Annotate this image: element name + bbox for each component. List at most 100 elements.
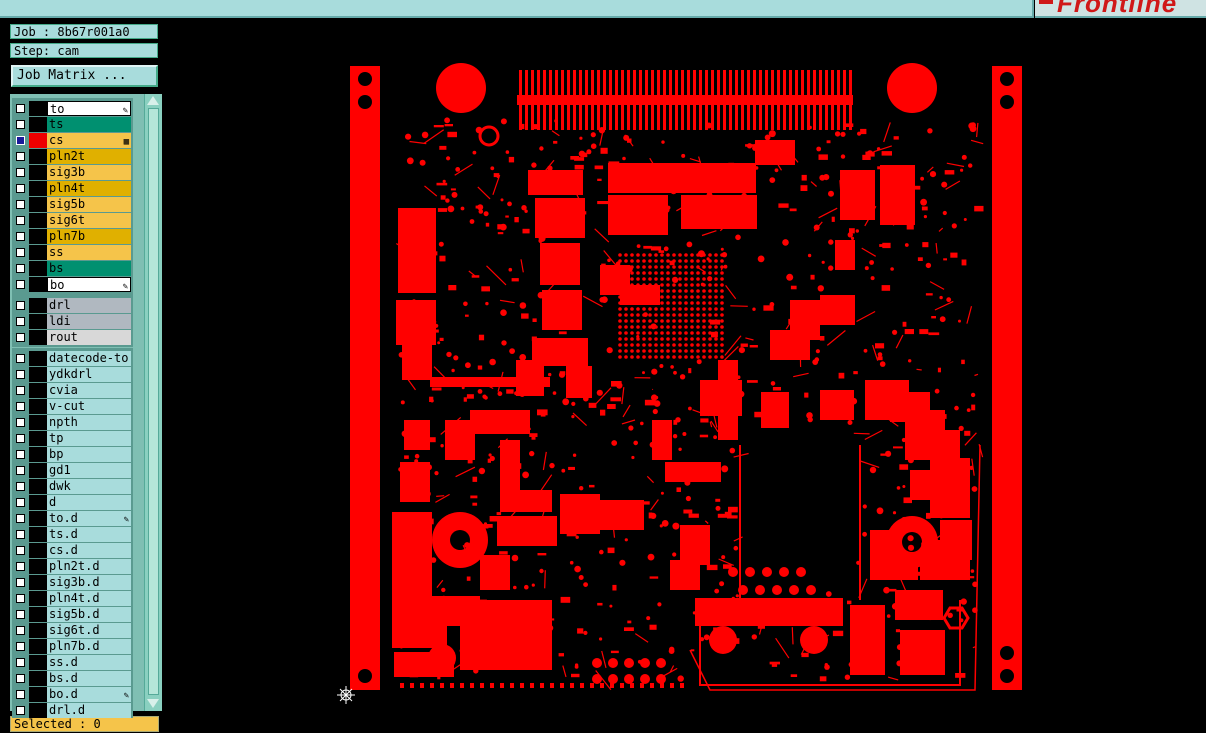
layer-color-indicator[interactable] — [29, 511, 47, 526]
layer-name[interactable]: datecode-to — [47, 351, 131, 366]
layer-color-indicator[interactable] — [29, 495, 47, 510]
layer-checkbox[interactable] — [16, 280, 25, 289]
layer-color-indicator[interactable] — [29, 399, 47, 414]
pcb-canvas[interactable] — [162, 20, 1206, 729]
layer-checkbox[interactable] — [16, 136, 25, 145]
layer-row-sig3b-d[interactable]: sig3b.d — [12, 575, 131, 590]
layer-color-indicator[interactable] — [29, 463, 47, 478]
layer-row-sig5b-d[interactable]: sig5b.d — [12, 607, 131, 622]
layer-row-pln2t-d[interactable]: pln2t.d — [12, 559, 131, 574]
layer-color-indicator[interactable] — [29, 101, 47, 116]
layer-color-indicator[interactable] — [29, 314, 47, 329]
layer-row-pln7b[interactable]: pln7b — [12, 229, 131, 244]
layer-row-sig6t-d[interactable]: sig6t.d — [12, 623, 131, 638]
layer-row-pln4t[interactable]: pln4t — [12, 181, 131, 196]
layer-color-indicator[interactable] — [29, 671, 47, 686]
layer-color-indicator[interactable] — [29, 165, 47, 180]
layer-color-indicator[interactable] — [29, 117, 47, 132]
layer-name[interactable]: ss — [47, 245, 131, 260]
layer-name[interactable]: ss.d — [47, 655, 131, 670]
layer-name[interactable]: tp — [47, 431, 131, 446]
layer-checkbox[interactable] — [16, 248, 25, 257]
layer-color-indicator[interactable] — [29, 298, 47, 313]
layer-checkbox[interactable] — [16, 530, 25, 539]
layer-row-tp[interactable]: tp — [12, 431, 131, 446]
layer-row-bp[interactable]: bp — [12, 447, 131, 462]
layer-row-npth[interactable]: npth — [12, 415, 131, 430]
layer-name[interactable]: pln4t.d — [47, 591, 131, 606]
layer-checkbox[interactable] — [16, 333, 25, 342]
layer-checkbox[interactable] — [16, 354, 25, 363]
layer-color-indicator[interactable] — [29, 655, 47, 670]
layer-name[interactable]: drl — [47, 298, 131, 313]
layer-row-ts-d[interactable]: ts.d — [12, 527, 131, 542]
layer-color-indicator[interactable] — [29, 591, 47, 606]
pcb-board-graphic[interactable] — [162, 20, 1206, 729]
layer-row-bs[interactable]: bs — [12, 261, 131, 276]
layer-row-drl-d[interactable]: drl.d — [12, 703, 131, 718]
layer-checkbox[interactable] — [16, 562, 25, 571]
layer-name[interactable]: ydkdrl — [47, 367, 131, 382]
layer-row-ss-d[interactable]: ss.d — [12, 655, 131, 670]
layer-list-scrollbar[interactable] — [144, 94, 162, 711]
layer-row-bs-d[interactable]: bs.d — [12, 671, 131, 686]
layer-color-indicator[interactable] — [29, 181, 47, 196]
layer-checkbox[interactable] — [16, 317, 25, 326]
layer-checkbox[interactable] — [16, 264, 25, 273]
layer-row-ss[interactable]: ss — [12, 245, 131, 260]
job-matrix-button[interactable]: Job Matrix ... — [11, 65, 158, 87]
scroll-thumb[interactable] — [148, 108, 159, 695]
layer-name[interactable]: ts.d — [47, 527, 131, 542]
layer-row-pln4t-d[interactable]: pln4t.d — [12, 591, 131, 606]
layer-checkbox[interactable] — [16, 690, 25, 699]
layer-name[interactable]: gd1 — [47, 463, 131, 478]
layer-row-ydkdrl[interactable]: ydkdrl — [12, 367, 131, 382]
layer-checkbox[interactable] — [16, 301, 25, 310]
layer-color-indicator[interactable] — [29, 330, 47, 345]
layer-row-d[interactable]: d — [12, 495, 131, 510]
layer-checkbox[interactable] — [16, 610, 25, 619]
layer-color-indicator[interactable] — [29, 703, 47, 718]
layer-checkbox[interactable] — [16, 200, 25, 209]
layer-name[interactable]: sig3b.d — [47, 575, 131, 590]
layer-color-indicator[interactable] — [29, 607, 47, 622]
layer-color-indicator[interactable] — [29, 431, 47, 446]
layer-row-to-d[interactable]: to.d✎ — [12, 511, 131, 526]
layer-color-indicator[interactable] — [29, 229, 47, 244]
layer-name[interactable]: ldi — [47, 314, 131, 329]
layer-checkbox[interactable] — [16, 626, 25, 635]
layer-color-indicator[interactable] — [29, 447, 47, 462]
layer-row-rout[interactable]: rout — [12, 330, 131, 345]
layer-checkbox[interactable] — [16, 232, 25, 241]
layer-checkbox[interactable] — [16, 418, 25, 427]
layer-color-indicator[interactable] — [29, 213, 47, 228]
layer-checkbox[interactable] — [16, 152, 25, 161]
layer-checkbox[interactable] — [16, 498, 25, 507]
layer-row-ldi[interactable]: ldi — [12, 314, 131, 329]
layer-color-indicator[interactable] — [29, 623, 47, 638]
layer-checkbox[interactable] — [16, 658, 25, 667]
layer-row-dwk[interactable]: dwk — [12, 479, 131, 494]
layer-row-sig3b[interactable]: sig3b — [12, 165, 131, 180]
layer-name[interactable]: pln2t — [47, 149, 131, 164]
layer-name[interactable]: pln4t — [47, 181, 131, 196]
layer-checkbox[interactable] — [16, 514, 25, 523]
layer-row-pln2t[interactable]: pln2t — [12, 149, 131, 164]
layer-name[interactable]: bo✎ — [47, 277, 131, 292]
layer-checkbox[interactable] — [16, 578, 25, 587]
layer-color-indicator[interactable] — [29, 559, 47, 574]
layer-checkbox[interactable] — [16, 386, 25, 395]
layer-checkbox[interactable] — [16, 642, 25, 651]
layer-color-indicator[interactable] — [29, 197, 47, 212]
layer-checkbox[interactable] — [16, 450, 25, 459]
layer-row-gd1[interactable]: gd1 — [12, 463, 131, 478]
layer-color-indicator[interactable] — [29, 245, 47, 260]
layer-name[interactable]: pln2t.d — [47, 559, 131, 574]
layer-name[interactable]: sig6t.d — [47, 623, 131, 638]
layer-checkbox[interactable] — [16, 184, 25, 193]
layer-name[interactable]: drl.d — [47, 703, 131, 718]
scroll-down-icon[interactable] — [147, 699, 159, 708]
layer-name[interactable]: cs.d — [47, 543, 131, 558]
layer-name[interactable]: sig5b.d — [47, 607, 131, 622]
layer-name[interactable]: npth — [47, 415, 131, 430]
